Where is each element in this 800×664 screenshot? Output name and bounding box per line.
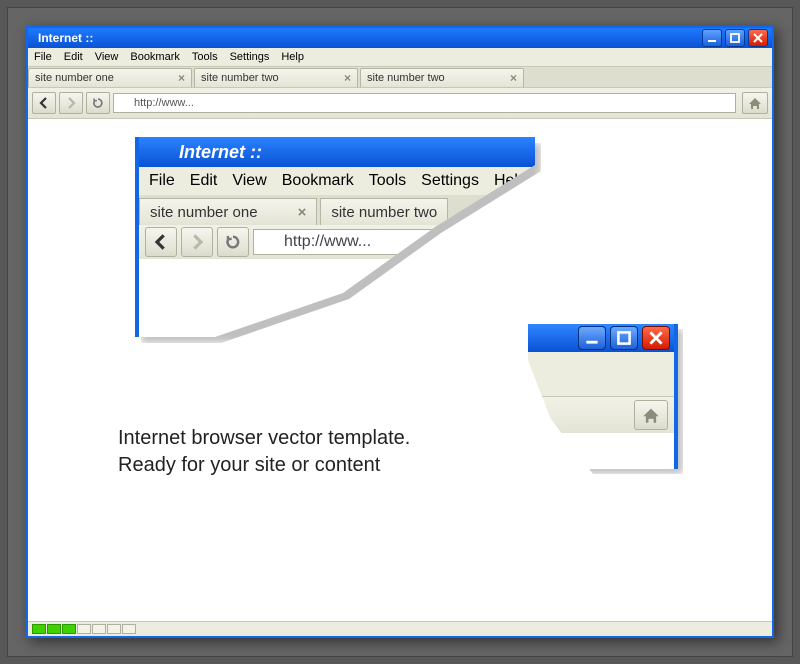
zoom1-menu-tools: Tools: [369, 172, 406, 190]
zoom2-title-bar: [528, 324, 674, 352]
menu-help[interactable]: Help: [275, 50, 310, 64]
tab-close-icon[interactable]: ×: [340, 71, 351, 85]
menu-view[interactable]: View: [89, 50, 125, 64]
home-icon: [748, 96, 762, 110]
window-title: Internet ::: [38, 31, 93, 45]
zoom1-forward-button: [181, 227, 213, 257]
zoom1-tabs: site number one × site number two: [139, 195, 535, 225]
tab-label: site number two: [201, 72, 340, 84]
minimize-button[interactable]: [702, 29, 722, 47]
menu-bar: File Edit View Bookmark Tools Settings H…: [28, 48, 772, 67]
status-seg-1: [32, 624, 46, 634]
promo-text: Internet browser vector template. Ready …: [118, 425, 410, 479]
close-icon: [753, 33, 763, 43]
zoom1-title: Internet ::: [179, 142, 262, 163]
status-bar: [28, 621, 772, 636]
promo-text-line2: Ready for your site or content: [118, 452, 410, 479]
tab-2[interactable]: site number two ×: [194, 68, 358, 87]
forward-button[interactable]: [59, 92, 83, 114]
back-button[interactable]: [32, 92, 56, 114]
tab-bar: site number one × site number two × site…: [28, 67, 772, 87]
back-arrow-icon: [38, 97, 50, 109]
maximize-button[interactable]: [725, 29, 745, 47]
zoom1-toolbar: http://www...: [139, 225, 535, 259]
reload-icon: [225, 234, 241, 250]
menu-tools[interactable]: Tools: [186, 50, 224, 64]
back-arrow-icon: [153, 234, 169, 250]
menu-file[interactable]: File: [28, 50, 58, 64]
maximize-icon: [730, 33, 740, 43]
title-bar[interactable]: Internet ::: [28, 28, 772, 48]
status-seg-5: [92, 624, 106, 634]
zoom-detail-top-left: Internet :: File Edit View Bookmark Tool…: [135, 137, 535, 337]
tab-label: site number one: [35, 72, 174, 84]
menu-settings[interactable]: Settings: [224, 50, 276, 64]
page-content: Internet :: File Edit View Bookmark Tool…: [28, 119, 772, 621]
status-seg-6: [107, 624, 121, 634]
zoom1-menu-settings: Settings: [421, 172, 479, 190]
menu-edit[interactable]: Edit: [58, 50, 89, 64]
minimize-icon: [707, 33, 717, 43]
status-seg-3: [62, 624, 76, 634]
status-seg-2: [47, 624, 61, 634]
status-seg-4: [77, 624, 91, 634]
zoom2-home-button: [634, 400, 668, 430]
zoom1-menu-view: View: [232, 172, 266, 190]
forward-arrow-icon: [65, 97, 77, 109]
zoom1-tab-label: site number one: [150, 204, 258, 221]
zoom-detail-top-right: [528, 324, 678, 469]
zoom1-menu-file: File: [149, 172, 175, 190]
address-bar[interactable]: http://www...: [113, 93, 736, 113]
zoom1-menu-bookmark: Bookmark: [282, 172, 354, 190]
status-seg-7: [122, 624, 136, 634]
zoom1-address-bar: http://www...: [253, 229, 529, 255]
reload-button[interactable]: [86, 92, 110, 114]
maximize-icon: [617, 331, 631, 345]
zoom1-menu-help: Help: [494, 172, 527, 190]
tab-1[interactable]: site number one ×: [28, 68, 192, 87]
zoom2-minimize-button: [578, 326, 606, 350]
minimize-icon: [585, 331, 599, 345]
reload-icon: [92, 97, 104, 109]
tab-label: site number two: [367, 72, 506, 84]
zoom1-tab-close-icon: ×: [298, 204, 307, 221]
promo-text-line1: Internet browser vector template.: [118, 425, 410, 452]
close-icon: [649, 331, 663, 345]
tab-3[interactable]: site number two ×: [360, 68, 524, 87]
tab-close-icon[interactable]: ×: [506, 71, 517, 85]
home-button[interactable]: [742, 92, 768, 114]
zoom1-menu-edit: Edit: [190, 172, 218, 190]
home-icon: [642, 406, 660, 424]
browser-window: Internet :: File Edit View Bookmark Tool…: [26, 26, 774, 638]
forward-arrow-icon: [189, 234, 205, 250]
close-button[interactable]: [748, 29, 768, 47]
zoom2-maximize-button: [610, 326, 638, 350]
navigation-toolbar: http://www...: [28, 87, 772, 119]
zoom1-back-button: [145, 227, 177, 257]
zoom1-tab-2: site number two: [320, 198, 448, 225]
tab-close-icon[interactable]: ×: [174, 71, 185, 85]
zoom2-close-button: [642, 326, 670, 350]
menu-bookmark[interactable]: Bookmark: [124, 50, 186, 64]
zoom1-menu-bar: File Edit View Bookmark Tools Settings H…: [139, 167, 535, 195]
backdrop: Internet :: File Edit View Bookmark Tool…: [7, 7, 793, 657]
zoom1-reload-button: [217, 227, 249, 257]
zoom1-tab-1: site number one ×: [139, 198, 317, 225]
zoom1-tab-label: site number two: [331, 204, 437, 221]
zoom1-title-bar: Internet ::: [139, 137, 535, 167]
